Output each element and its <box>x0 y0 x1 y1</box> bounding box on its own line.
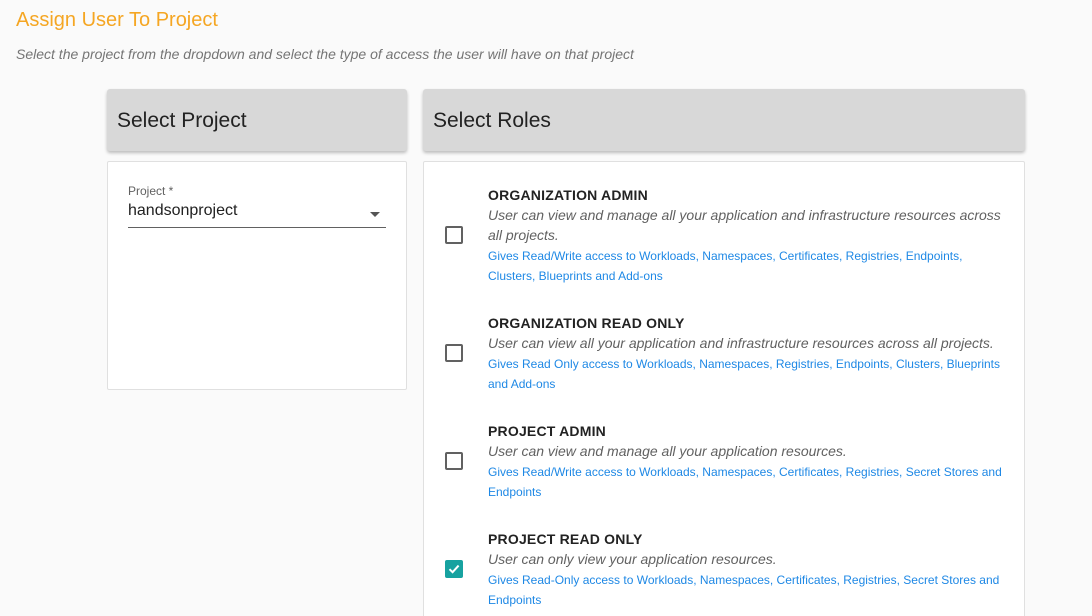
role-access: Gives Read Only access to Workloads, Nam… <box>488 357 1000 391</box>
select-project-panel: Project * handsonproject <box>107 161 407 390</box>
role-description: User can view all your application and i… <box>488 335 994 351</box>
role-checkbox[interactable] <box>445 226 463 244</box>
role-text: ORGANIZATION READ ONLY User can view all… <box>488 313 1012 394</box>
role-text: ORGANIZATION ADMIN User can view and man… <box>488 185 1012 286</box>
select-roles-header: Select Roles <box>423 89 1025 151</box>
checkmark-icon <box>448 564 460 574</box>
project-select[interactable]: Project * handsonproject <box>128 184 386 228</box>
role-name: PROJECT READ ONLY <box>488 531 643 547</box>
role-name: ORGANIZATION READ ONLY <box>488 315 685 331</box>
role-checkbox-checked[interactable] <box>445 560 463 578</box>
role-description: User can view and manage all your applic… <box>488 443 847 459</box>
page-title: Assign User To Project <box>16 9 218 31</box>
role-access: Gives Read/Write access to Workloads, Na… <box>488 465 1002 499</box>
project-select-value: handsonproject <box>128 202 238 219</box>
role-checkbox[interactable] <box>445 452 463 470</box>
project-select-label: Project * <box>128 184 174 198</box>
role-description: User can view and manage all your applic… <box>488 207 1001 243</box>
role-text: PROJECT ADMIN User can view and manage a… <box>488 421 1012 502</box>
role-access: Gives Read-Only access to Workloads, Nam… <box>488 573 1000 607</box>
dropdown-arrow-icon[interactable] <box>370 212 380 217</box>
role-access: Gives Read/Write access to Workloads, Na… <box>488 249 963 283</box>
role-name: ORGANIZATION ADMIN <box>488 187 648 203</box>
role-description: User can only view your application reso… <box>488 551 777 567</box>
select-roles-title: Select Roles <box>433 109 551 132</box>
role-text: PROJECT READ ONLY User can only view you… <box>488 529 1012 610</box>
select-project-header: Select Project <box>107 89 407 151</box>
page-subtitle: Select the project from the dropdown and… <box>16 46 634 62</box>
select-roles-panel: ORGANIZATION ADMIN User can view and man… <box>423 161 1025 616</box>
role-checkbox[interactable] <box>445 344 463 362</box>
select-project-title: Select Project <box>117 109 247 132</box>
role-name: PROJECT ADMIN <box>488 423 606 439</box>
